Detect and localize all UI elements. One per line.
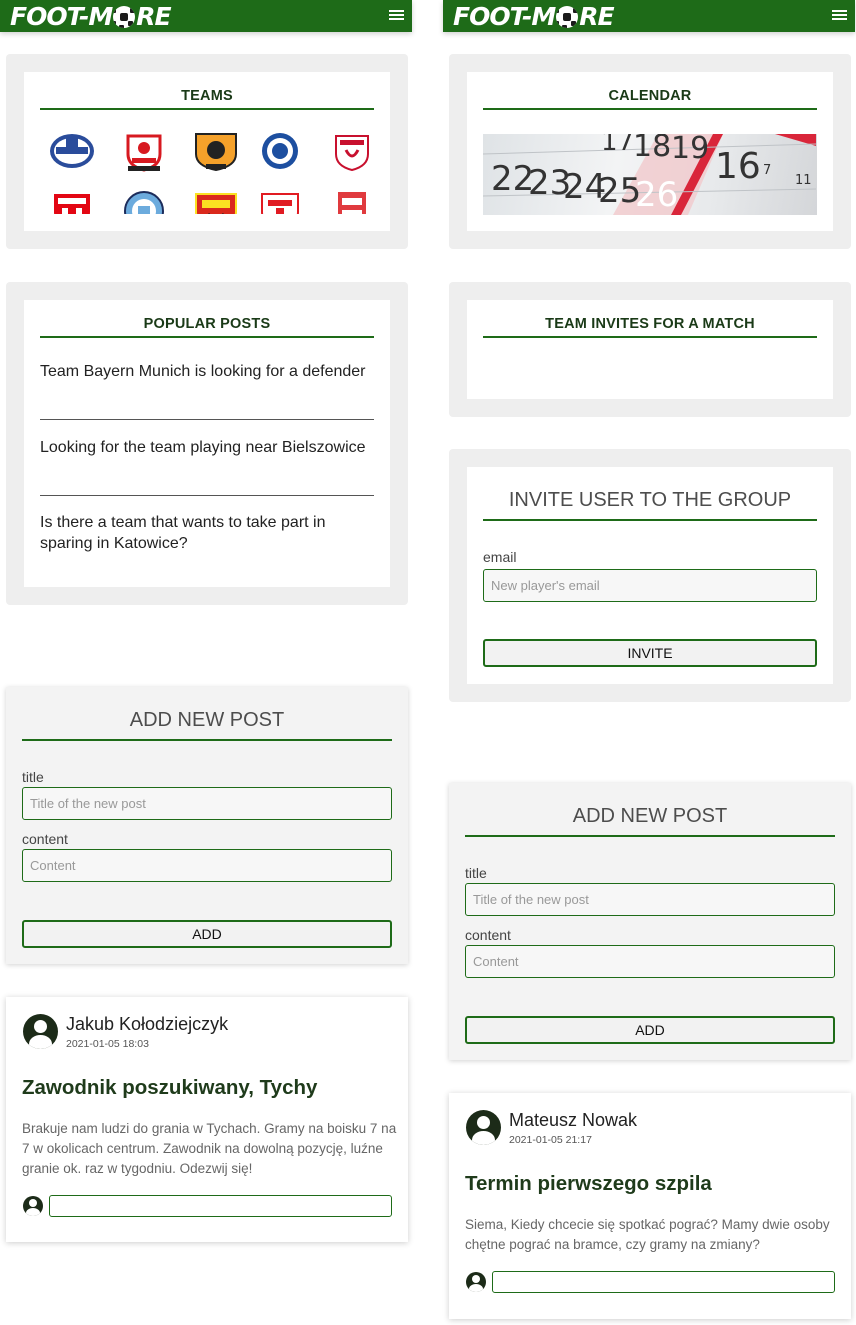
email-label: email xyxy=(483,549,517,565)
calendar-card: CALENDAR 22 23 24 25 26 18 19 16 7 11 17 xyxy=(467,72,833,231)
add-post-heading: ADD NEW POST xyxy=(22,709,392,741)
add-post-panel: ADD NEW POST title content ADD xyxy=(6,687,408,964)
email-field[interactable] xyxy=(483,569,817,602)
calendar-day: 7 xyxy=(763,163,771,178)
leicester-city-crest[interactable] xyxy=(256,132,304,172)
calendar-day: 16 xyxy=(715,146,761,187)
team-invites-card: TEAM INVITES FOR A MATCH xyxy=(467,300,833,399)
post-author[interactable]: Jakub Kołodziejczyk xyxy=(66,1014,228,1035)
team-invites-heading: TEAM INVITES FOR A MATCH xyxy=(483,316,817,338)
post-content-input[interactable] xyxy=(465,945,835,978)
post-title: Zawodnik poszukiwany, Tychy xyxy=(22,1076,318,1099)
calendar-day: 17 xyxy=(601,134,634,157)
invite-button[interactable]: INVITE xyxy=(483,639,817,667)
user-avatar-icon xyxy=(23,1196,43,1216)
manchester-city-crest[interactable] xyxy=(120,190,168,214)
title-label: title xyxy=(22,769,44,785)
content-label: content xyxy=(465,927,511,943)
top-bar: FOOT-M RE xyxy=(0,0,412,32)
post-date: 2021-01-05 21:17 xyxy=(509,1134,592,1146)
football-icon xyxy=(556,6,579,28)
add-post-heading: ADD NEW POST xyxy=(465,805,835,837)
foot-more-logo[interactable]: FOOT-M RE xyxy=(453,3,615,31)
popular-post-link[interactable]: Team Bayern Munich is looking for a defe… xyxy=(40,361,374,382)
content-label: content xyxy=(22,831,68,847)
middlesbrough-crest[interactable] xyxy=(256,190,304,214)
football-icon xyxy=(113,6,136,28)
calendar-day: 26 xyxy=(635,175,678,215)
post-title-input[interactable] xyxy=(22,787,392,820)
add-post-button[interactable]: ADD xyxy=(465,1016,835,1044)
post-body: Siema, Kiedy chcecie się spotkać pograć?… xyxy=(465,1217,830,1252)
hamburger-menu-icon[interactable] xyxy=(832,10,847,21)
user-avatar-icon[interactable] xyxy=(466,1110,501,1145)
left-column: FOOT-M RE TEAMS POPULAR POSTS Team Bayer… xyxy=(0,0,412,1325)
southampton-crest[interactable] xyxy=(120,132,168,172)
invite-user-panel: INVITE USER TO THE GROUP email INVITE xyxy=(449,449,851,702)
post-content-input[interactable] xyxy=(22,849,392,882)
foot-more-logo[interactable]: FOOT-M RE xyxy=(10,3,172,31)
post-divider xyxy=(40,419,374,420)
popular-posts-card: POPULAR POSTS Team Bayern Munich is look… xyxy=(24,300,390,587)
post-date: 2021-01-05 18:03 xyxy=(66,1038,149,1050)
invite-user-heading: INVITE USER TO THE GROUP xyxy=(483,489,817,521)
popular-post-link[interactable]: Is there a team that wants to take part … xyxy=(40,512,374,554)
post-card: Jakub Kołodziejczyk 2021-01-05 18:03 Zaw… xyxy=(6,997,408,1242)
post-title-input[interactable] xyxy=(465,883,835,916)
popular-post-link[interactable]: Looking for the team playing near Bielsz… xyxy=(40,437,374,458)
comment-input[interactable] xyxy=(492,1271,835,1293)
calendar-day: 11 xyxy=(795,173,812,188)
comment-input[interactable] xyxy=(49,1195,392,1217)
user-avatar-icon[interactable] xyxy=(23,1014,58,1049)
calendar-panel: CALENDAR 22 23 24 25 26 18 19 16 7 11 17 xyxy=(449,54,851,249)
calendar-heading: CALENDAR xyxy=(483,88,817,110)
teams-panel: TEAMS xyxy=(6,54,408,249)
user-avatar-icon xyxy=(466,1272,486,1292)
hamburger-menu-icon[interactable] xyxy=(389,10,404,21)
calendar-day: 18 xyxy=(633,134,671,164)
post-divider xyxy=(40,495,374,496)
sunderland-crest[interactable] xyxy=(48,190,96,214)
title-label: title xyxy=(465,865,487,881)
right-column: FOOT-M RE CALENDAR 22 23 24 25 26 18 19 … xyxy=(443,0,855,1325)
calendar-image[interactable]: 22 23 24 25 26 18 19 16 7 11 17 xyxy=(483,134,817,215)
add-post-button[interactable]: ADD xyxy=(22,920,392,948)
everton-crest[interactable] xyxy=(48,132,96,172)
top-bar: FOOT-M RE xyxy=(443,0,855,32)
post-card: Mateusz Nowak 2021-01-05 21:17 Termin pi… xyxy=(449,1093,851,1319)
manchester-united-crest[interactable] xyxy=(192,190,240,214)
liverpool-crest[interactable] xyxy=(328,132,374,172)
popular-posts-panel: POPULAR POSTS Team Bayern Munich is look… xyxy=(6,282,408,605)
post-body: Brakuje nam ludzi do grania w Tychach. G… xyxy=(22,1121,397,1176)
post-author[interactable]: Mateusz Nowak xyxy=(509,1110,637,1131)
stoke-city-crest[interactable] xyxy=(328,190,374,214)
team-crests-grid xyxy=(40,132,374,214)
team-invites-panel: TEAM INVITES FOR A MATCH xyxy=(449,282,851,417)
invite-user-card: INVITE USER TO THE GROUP email INVITE xyxy=(467,467,833,684)
hull-city-crest[interactable] xyxy=(192,132,240,172)
calendar-day: 19 xyxy=(671,134,709,166)
popular-posts-heading: POPULAR POSTS xyxy=(40,316,374,338)
teams-card: TEAMS xyxy=(24,72,390,231)
post-title: Termin pierwszego szpila xyxy=(465,1172,712,1195)
teams-heading: TEAMS xyxy=(40,88,374,110)
add-post-panel: ADD NEW POST title content ADD xyxy=(449,783,851,1060)
